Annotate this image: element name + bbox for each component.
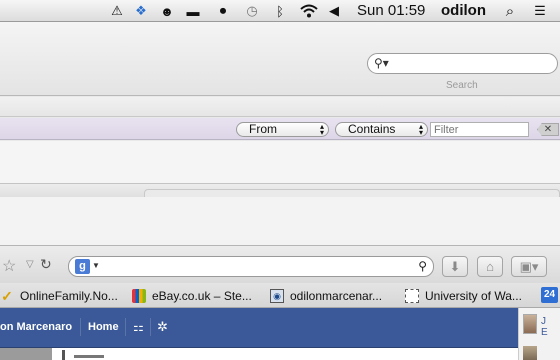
avatar[interactable] xyxy=(523,314,537,334)
clear-filter-icon[interactable]: ✕ xyxy=(537,123,559,136)
notification-center-icon[interactable]: ☰ xyxy=(531,3,549,19)
divider xyxy=(125,318,126,336)
profile-link[interactable]: on Marcenaro xyxy=(0,321,72,333)
filter-bar: From ▴▾ Contains ▴▾ ✕ xyxy=(0,118,560,140)
avatar[interactable] xyxy=(523,346,537,360)
gear-icon[interactable]: ✲ xyxy=(157,319,168,335)
check-icon: ✓ xyxy=(1,287,13,304)
dropdown-icon[interactable]: ▽ xyxy=(26,259,34,270)
spotlight-icon[interactable]: ⌕ xyxy=(502,3,518,20)
search-caption: Search xyxy=(446,80,478,91)
bookmark-label: eBay.co.uk – Ste... xyxy=(152,289,252,303)
sidebar-text[interactable]: J E xyxy=(541,316,548,338)
time-machine-icon[interactable]: ◷ xyxy=(244,3,260,19)
bookmark-item[interactable]: University of Wa... xyxy=(405,288,522,304)
from-popup[interactable]: From ▴ ▾ xyxy=(236,122,329,137)
mail-toolbar: ⚲▾ Search xyxy=(0,22,560,96)
mail-list-area xyxy=(0,141,560,183)
search-icon[interactable]: ⚲ xyxy=(418,259,427,273)
web-search-field[interactable]: g ▼ ⚲ xyxy=(68,256,434,277)
menu-bar: ⚠ ❖ ☻ ▬ ⏺ ◷ ᛒ ◀ Sun 01:59 odilon ⌕ ☰ xyxy=(0,0,560,22)
bookmark-label: University of Wa... xyxy=(425,289,522,303)
toolbar-strip xyxy=(0,97,560,117)
popup-arrows-icon: ▴ ▾ xyxy=(418,122,423,137)
bookmark-label: odilonmarcenar... xyxy=(290,289,383,303)
bluetooth-icon[interactable]: ᛒ xyxy=(274,3,286,19)
browser-tabstrip xyxy=(0,197,560,245)
dropbox-icon[interactable]: ❖ xyxy=(133,3,149,19)
friends-icon[interactable]: ⚏ xyxy=(133,320,144,334)
home-link[interactable]: Home xyxy=(88,321,119,333)
bookmark-item[interactable]: ✓ OnlineFamily.No... xyxy=(0,288,118,304)
facebook-sidebar: J E xyxy=(518,308,560,360)
wifi-icon[interactable] xyxy=(299,3,319,19)
reload-icon[interactable]: ↻ xyxy=(40,256,52,273)
page-icon xyxy=(405,289,419,303)
content-line xyxy=(74,355,104,358)
search-icon: ⚲▾ xyxy=(374,56,389,70)
facebook-content xyxy=(0,348,518,360)
download-button[interactable]: ⬇ xyxy=(442,256,468,277)
site-icon: ◉ xyxy=(270,289,284,303)
divider xyxy=(80,318,81,336)
facebook-header: on Marcenaro Home ⚏ ✲ xyxy=(0,308,518,348)
volume-icon[interactable]: ◀ xyxy=(327,3,341,19)
calendar-icon[interactable]: 24 xyxy=(541,287,558,303)
browser-toolbar: ☆ ▽ ↻ g ▼ ⚲ ⬇ ⌂ ▣▾ xyxy=(0,245,560,283)
download-icon: ⬇ xyxy=(449,259,461,274)
menubar-user[interactable]: odilon xyxy=(441,3,486,19)
from-popup-label: From xyxy=(249,122,277,136)
mail-search-field[interactable]: ⚲▾ xyxy=(367,53,558,74)
bookmark-label: OnlineFamily.No... xyxy=(20,289,118,303)
bookmarks-menu-icon: ▣▾ xyxy=(519,259,539,274)
contains-popup[interactable]: Contains ▴ ▾ xyxy=(335,122,428,137)
alert-icon[interactable]: ⚠ xyxy=(110,3,124,19)
bookmark-item[interactable]: ◉ odilonmarcenar... xyxy=(270,288,382,304)
record-icon[interactable]: ⏺ xyxy=(215,3,231,19)
home-icon: ⌂ xyxy=(486,259,494,274)
engine-dropdown-icon[interactable]: ▼ xyxy=(92,261,100,270)
divider xyxy=(150,318,151,336)
google-icon[interactable]: g xyxy=(75,259,90,274)
cover-photo xyxy=(0,348,52,360)
minus-icon[interactable]: ▬ xyxy=(185,3,201,19)
contains-popup-label: Contains xyxy=(348,122,396,136)
agent-icon[interactable]: ☻ xyxy=(159,3,175,19)
ebay-icon xyxy=(132,289,146,303)
bookmarks-menu-button[interactable]: ▣▾ xyxy=(511,256,547,277)
divider xyxy=(62,350,65,360)
bookmark-star-icon[interactable]: ☆ xyxy=(2,256,16,276)
home-button[interactable]: ⌂ xyxy=(477,256,503,277)
window-titlebar xyxy=(0,183,560,198)
menubar-clock[interactable]: Sun 01:59 xyxy=(357,3,425,19)
bookmark-item[interactable]: eBay.co.uk – Ste... xyxy=(132,288,252,304)
filter-input[interactable] xyxy=(430,122,529,137)
bookmarks-toolbar: ✓ OnlineFamily.No... eBay.co.uk – Ste...… xyxy=(0,283,560,308)
popup-arrows-icon: ▴ ▾ xyxy=(319,122,324,137)
